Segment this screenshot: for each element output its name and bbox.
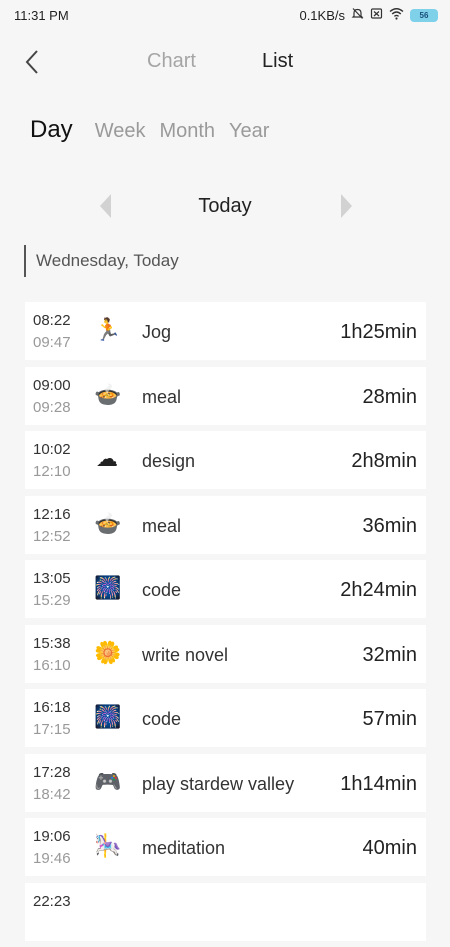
activity-name: design xyxy=(142,451,196,471)
start-time: 17:28 xyxy=(33,763,71,781)
bowl-icon: 🍲 xyxy=(94,382,122,408)
duration: 36min xyxy=(362,514,417,537)
start-time: 09:00 xyxy=(33,376,71,394)
start-time: 16:18 xyxy=(33,699,71,716)
list-item[interactable]: 22:23 xyxy=(25,882,426,941)
tab-month[interactable]: Month xyxy=(159,120,215,143)
flower-icon: 🌼 xyxy=(94,640,122,666)
end-time: 12:52 xyxy=(33,527,71,545)
bell-off-icon xyxy=(351,7,364,23)
tab-chart[interactable]: Chart xyxy=(147,50,196,73)
header: Chart List xyxy=(0,40,450,84)
duration: 1h25min xyxy=(340,321,417,343)
end-time: 17:15 xyxy=(33,721,71,738)
end-time: 18:42 xyxy=(33,785,71,803)
list-item[interactable]: 19:06 19:46 🎠 meditation 40min xyxy=(25,818,426,876)
start-time: 10:02 xyxy=(33,441,71,458)
list-item[interactable]: 16:18 17:15 🎆 code 57min xyxy=(25,689,426,747)
list-item[interactable]: 17:28 18:42 🎮 play stardew valley 1h14mi… xyxy=(25,753,426,812)
running-person-icon: 🏃 xyxy=(94,318,122,343)
cloud-icon: ☁ xyxy=(96,447,118,472)
activity-list: 08:22 09:47 🏃 Jog 1h25min 09:00 09:28 🍲 … xyxy=(25,302,426,947)
duration: 40min xyxy=(362,837,417,859)
status-bar: 11:31 PM 0.1KB/s 56 xyxy=(0,0,450,30)
activity-name: meal xyxy=(142,515,182,536)
end-time: 09:28 xyxy=(33,398,71,416)
start-time: 12:16 xyxy=(33,505,71,523)
status-time: 11:31 PM xyxy=(14,7,69,23)
list-item[interactable]: 12:16 12:52 🍲 meal 36min xyxy=(25,495,426,554)
end-time: 09:47 xyxy=(33,334,71,351)
activity-name: meditation xyxy=(142,838,226,858)
sim-x-icon xyxy=(370,7,383,23)
chevron-left-icon xyxy=(25,50,38,74)
activity-name: code xyxy=(142,580,182,600)
list-item[interactable]: 09:00 09:28 🍲 meal 28min xyxy=(25,366,426,425)
duration: 28min xyxy=(362,385,417,408)
section-header: Wednesday, Today xyxy=(24,245,179,277)
bowl-icon: 🍲 xyxy=(94,511,122,537)
back-button[interactable] xyxy=(18,46,46,78)
list-item[interactable]: 10:02 12:10 ☁ design 2h8min xyxy=(25,431,426,489)
list-item[interactable]: 08:22 09:47 🏃 Jog 1h25min xyxy=(25,302,426,360)
start-time: 22:23 xyxy=(33,892,71,910)
end-time: 12:10 xyxy=(33,463,71,480)
end-time: 15:29 xyxy=(33,592,71,609)
activity-name: Jog xyxy=(142,322,172,342)
period-tabs: Day Week Month Year xyxy=(30,116,283,148)
duration: 2h24min xyxy=(340,579,417,601)
next-date-arrow-icon[interactable] xyxy=(341,194,352,218)
gamepad-icon: 🎮 xyxy=(94,769,122,795)
duration: 32min xyxy=(362,643,417,666)
date-label: Today xyxy=(198,195,252,217)
activity-name: code xyxy=(142,709,182,729)
activity-name: write novel xyxy=(142,644,229,665)
start-time: 15:38 xyxy=(33,634,71,652)
activity-name: meal xyxy=(142,386,182,407)
tab-list[interactable]: List xyxy=(262,50,293,73)
end-time: 19:46 xyxy=(33,850,71,867)
status-indicators: 0.1KB/s 56 xyxy=(299,7,438,23)
network-speed: 0.1KB/s xyxy=(299,7,345,23)
list-item[interactable]: 15:38 16:10 🌼 write novel 32min xyxy=(25,624,426,683)
fireworks-icon: 🎆 xyxy=(94,576,122,601)
tab-week[interactable]: Week xyxy=(95,120,146,143)
end-time: 16:10 xyxy=(33,656,71,674)
activity-name: play stardew valley xyxy=(142,773,295,794)
start-time: 19:06 xyxy=(33,828,71,845)
tab-year[interactable]: Year xyxy=(229,120,269,143)
duration: 57min xyxy=(362,708,417,730)
carousel-horse-icon: 🎠 xyxy=(94,834,122,859)
tab-day[interactable]: Day xyxy=(30,116,73,144)
start-time: 08:22 xyxy=(33,312,71,329)
date-navigator: Today xyxy=(0,188,450,224)
fireworks-icon: 🎆 xyxy=(94,705,122,730)
start-time: 13:05 xyxy=(33,570,71,587)
duration: 2h8min xyxy=(351,450,417,472)
duration: 1h14min xyxy=(340,772,417,795)
list-item[interactable]: 13:05 15:29 🎆 code 2h24min xyxy=(25,560,426,618)
wifi-icon xyxy=(389,7,404,23)
battery-icon: 56 xyxy=(410,8,438,22)
